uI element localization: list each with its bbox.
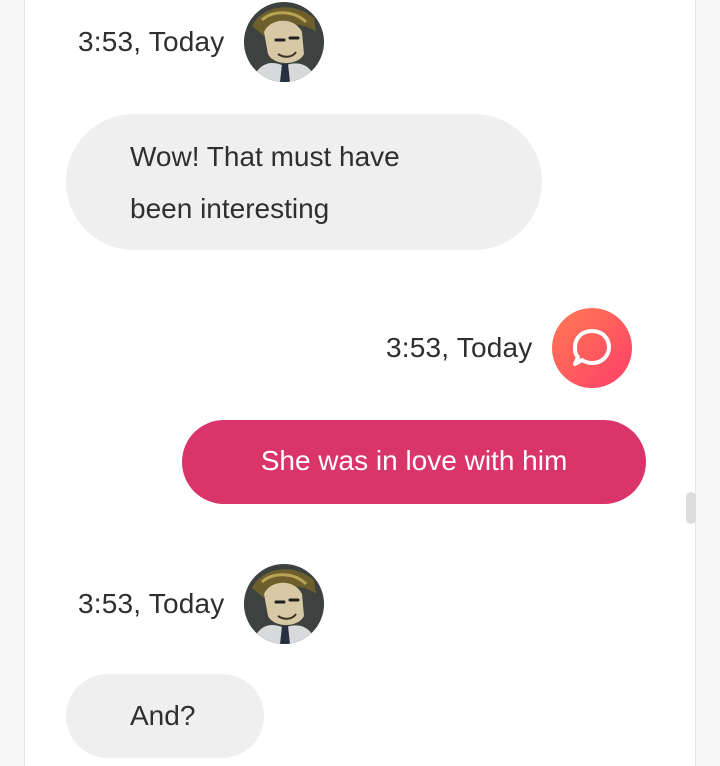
- message-text-line: been interesting: [130, 193, 330, 224]
- character-avatar-icon[interactable]: [244, 564, 325, 644]
- message-timestamp: 3:53, Today: [78, 588, 225, 619]
- message-meta-incoming-1: 3:53, Today: [78, 2, 325, 82]
- message-meta-incoming-2: 3:53, Today: [78, 564, 325, 644]
- message-meta-outgoing: 3:53, Today: [386, 308, 633, 388]
- speech-bubble-icon: [573, 329, 612, 366]
- scrollbar-thumb[interactable]: [686, 492, 696, 524]
- incoming-message-bubble[interactable]: Wow! That must have been interesting: [66, 114, 542, 250]
- incoming-message-bubble[interactable]: And?: [66, 674, 264, 758]
- outgoing-message-bubble[interactable]: She was in love with him: [182, 420, 646, 504]
- chat-bubble-logo-icon[interactable]: [552, 308, 633, 388]
- message-timestamp: 3:53, Today: [386, 332, 533, 363]
- message-text-line: Wow! That must have: [130, 141, 400, 172]
- message-timestamp: 3:53, Today: [78, 26, 225, 57]
- character-avatar-icon[interactable]: [244, 2, 325, 82]
